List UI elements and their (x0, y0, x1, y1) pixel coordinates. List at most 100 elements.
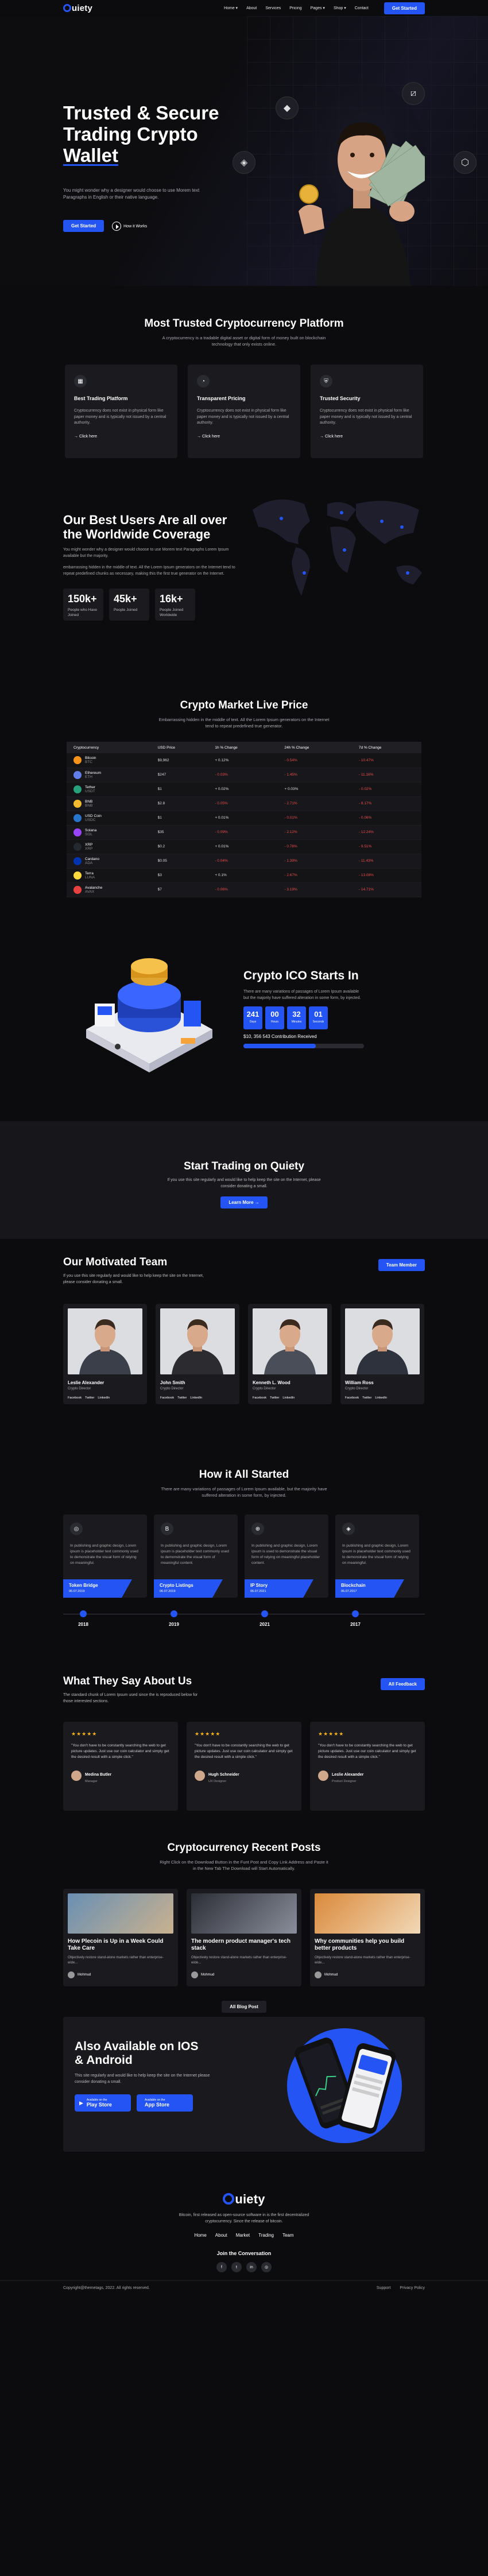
social-link[interactable]: Twitter (270, 1396, 279, 1400)
footer-link-about[interactable]: About (215, 2233, 227, 2238)
author-role: Product Designer (332, 1780, 357, 1783)
nav-pricing[interactable]: Pricing (289, 6, 301, 10)
nav-home[interactable]: Home ▾ (224, 6, 238, 10)
footer-logo[interactable]: uiety (0, 2192, 488, 2207)
dribbble-icon[interactable]: ◎ (261, 2262, 272, 2272)
post-title[interactable]: The modern product manager's tech stack (191, 1938, 297, 1952)
all-blog-post-button[interactable]: All Blog Post (222, 2001, 266, 2013)
team-member-button[interactable]: Team Member (378, 1259, 425, 1271)
social-link[interactable]: LinkedIn (98, 1396, 110, 1400)
cell-d7: - 11.16% (351, 768, 421, 783)
table-row[interactable]: BNB BNB $2.8- 0.05% - 2.71% - 8.17% (67, 796, 421, 811)
social-link[interactable]: LinkedIn (190, 1396, 202, 1400)
social-link[interactable]: LinkedIn (282, 1396, 295, 1400)
team-social-links: Facebook Twitter LinkedIn (160, 1396, 235, 1400)
nav-contact[interactable]: Contact (355, 6, 369, 10)
post-author-name: Mohmud (324, 1973, 338, 1977)
coin-cell: Terra LUNA (67, 868, 151, 883)
social-link[interactable]: Twitter (362, 1396, 371, 1400)
cell-d7: - 0.06% (351, 811, 421, 826)
social-link[interactable]: Twitter (177, 1396, 187, 1400)
table-row[interactable]: Ethereum ETH $247- 0.03% - 1.45% - 11.16% (67, 768, 421, 783)
table-row[interactable]: Terra LUNA $3 + 0.1% - 2.67% - 13.08% (67, 868, 421, 883)
post-author: Mohmud (68, 1971, 173, 1978)
post-title[interactable]: Why communities help you build better pr… (315, 1938, 420, 1952)
app-text: This site regularly and would like to he… (75, 2074, 210, 2084)
nav-about[interactable]: About (246, 6, 257, 10)
coin-cell: Cardano ADA (67, 854, 151, 869)
cell-h1: - 0.03% (208, 768, 278, 783)
timeline-year-label: 2017 (350, 1622, 361, 1627)
team-member-role: Crypto Director (68, 1387, 91, 1390)
play-store-icon: ▶ (79, 2099, 83, 2106)
column-header: 24h % Change (277, 742, 352, 753)
header-get-started-button[interactable]: Get Started (384, 2, 425, 14)
facebook-icon[interactable]: f (216, 2262, 227, 2272)
author-role: UX Designer (208, 1780, 227, 1783)
cell-d7: - 12.24% (351, 825, 421, 840)
cell-d7: - 14.71% (351, 882, 421, 897)
table-row[interactable]: Cardano ADA $0.05- 0.04% - 1.39% - 11.43% (67, 854, 421, 869)
footer-link-team[interactable]: Team (282, 2233, 294, 2238)
social-link[interactable]: Facebook (160, 1396, 174, 1400)
linkedin-icon[interactable]: in (246, 2262, 257, 2272)
cell-h24: - 1.45% (277, 768, 352, 783)
privacy-policy-link[interactable]: Privacy Policy (400, 2286, 425, 2290)
nav-shop[interactable]: Shop ▾ (334, 6, 346, 10)
feature-card-link[interactable]: → Click here (320, 435, 414, 439)
logo[interactable]: uiety (63, 3, 92, 13)
social-link[interactable]: LinkedIn (375, 1396, 387, 1400)
post-card[interactable]: Why communities help you build better pr… (310, 1889, 425, 1986)
platform-subtitle: A cryptocurrency is a tradable digital a… (162, 335, 326, 347)
testimonials-header: What They Say About Us The standard chun… (63, 1675, 425, 1705)
social-link[interactable]: Facebook (253, 1396, 266, 1400)
app-store-button[interactable]: Available on the App Store (137, 2094, 193, 2112)
feature-card-link[interactable]: → Click here (197, 435, 291, 439)
post-card[interactable]: The modern product manager's tech stack O… (187, 1889, 301, 1986)
coin-logo-icon (73, 857, 82, 865)
history-tag-date: 06.07.2019 (160, 1590, 176, 1593)
social-link[interactable]: Facebook (68, 1396, 82, 1400)
coin-cell: Ethereum ETH (67, 768, 151, 783)
social-link[interactable]: Facebook (345, 1396, 359, 1400)
nav-pages[interactable]: Pages ▾ (311, 6, 325, 10)
post-image (191, 1893, 297, 1934)
table-row[interactable]: USD Coin USDC $1 + 0.01% - 0.01% - 0.06% (67, 811, 421, 826)
feature-card-link[interactable]: → Click here (74, 435, 168, 439)
post-title[interactable]: How Plecoin is Up in a Week Could Take C… (68, 1938, 173, 1952)
timeline-year: 2017 (341, 1608, 370, 1627)
support-link[interactable]: Support (377, 2286, 391, 2290)
table-row[interactable]: XRP XRP $0.2 + 0.01% - 0.78% - 9.51% (67, 839, 421, 854)
table-row[interactable]: Solana SOL $35- 0.09% - 2.12% - 12.24% (67, 825, 421, 840)
footer-link-home[interactable]: Home (194, 2233, 206, 2238)
coin-cell: Tether USDT (67, 782, 151, 797)
cell-h24: - 3.19% (277, 882, 352, 897)
ico-text: There are many variations of passages of… (243, 990, 361, 1000)
post-card[interactable]: How Plecoin is Up in a Week Could Take C… (63, 1889, 178, 1986)
how-it-works-link[interactable]: How it Works (112, 221, 147, 231)
table-row[interactable]: Bitcoin BTC $9,962 + 0.12% - 0.54% - 10.47% (67, 753, 421, 768)
hero-get-started-button[interactable]: Get Started (63, 220, 104, 232)
coin-symbol: USDC (85, 818, 96, 822)
history-tag-title: Crypto Listings (160, 1583, 193, 1588)
table-row[interactable]: Tether USDT $1 + 0.02% + 0.03% - 0.02% (67, 782, 421, 797)
footer-links: Home About Market Trading Team (0, 2233, 488, 2238)
history-tag: IP Story 06.07.2021 (245, 1579, 313, 1598)
team-social-links: Facebook Twitter LinkedIn (68, 1396, 142, 1400)
users-section: Our Best Users Are all over the Worldwid… (0, 478, 488, 676)
table-row[interactable]: Avalanche AVAX $7- 0.06% - 3.19% - 14.71% (67, 882, 421, 897)
play-store-button[interactable]: ▶ Available on the Play Store (75, 2094, 131, 2112)
nav-services[interactable]: Services (265, 6, 281, 10)
post-image (68, 1893, 173, 1934)
all-feedback-button[interactable]: All Feedback (380, 1678, 425, 1690)
footer-link-market[interactable]: Market (236, 2233, 250, 2238)
twitter-icon[interactable]: t (231, 2262, 242, 2272)
cell-price: $7 (150, 882, 208, 897)
avatar (318, 1771, 328, 1781)
learn-more-button[interactable]: Learn More → (220, 1196, 268, 1208)
post-author-name: Mohmud (78, 1973, 91, 1977)
footer-link-trading[interactable]: Trading (258, 2233, 274, 2238)
coin-name: Avalanche (85, 885, 103, 890)
team-member-name: John Smith (160, 1380, 185, 1385)
social-link[interactable]: Twitter (85, 1396, 94, 1400)
